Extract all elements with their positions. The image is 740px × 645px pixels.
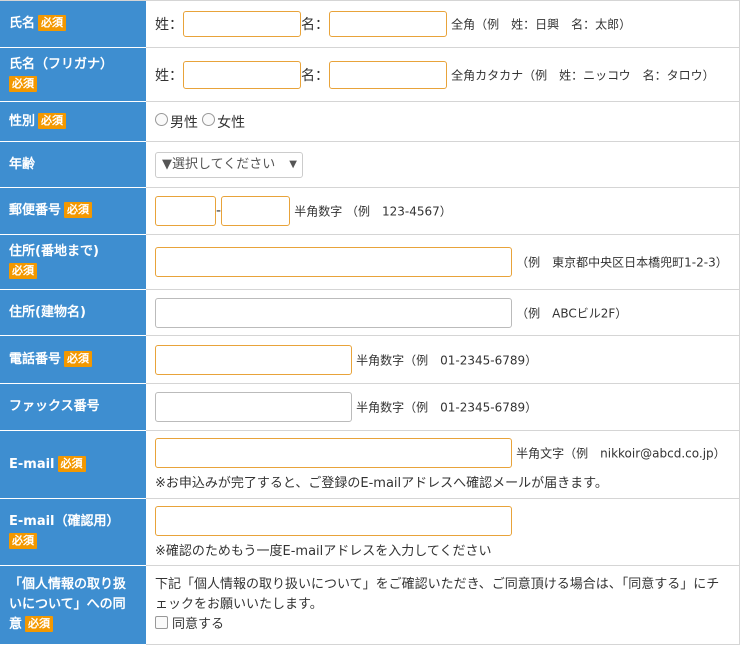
row-email: E-mail 必須 半角文字（例 nikkoir@abcd.co.jp） ※お申込…	[0, 430, 740, 499]
zip-second-input[interactable]	[221, 196, 291, 226]
name-hint: 全角（例 姓：日興 名：太郎）	[451, 17, 632, 32]
row-kana: 氏名（フリガナ） 必須 姓： 名： 全角カタカナ（例 姓：ニッコウ 名：タロウ）	[0, 47, 740, 102]
label-zip: 郵便番号 必須	[0, 187, 146, 235]
label-age: 年齢	[0, 141, 146, 188]
email-note: ※お申込みが完了すると、ご登録のE-mailアドレスへ確認メールが届きます。	[155, 476, 608, 491]
row-privacy: 「個人情報の取り扱 いについて」への同意必須 下記「個人情報の取り扱いについて」を…	[0, 565, 740, 645]
required-badge: 必須	[9, 263, 37, 279]
required-badge: 必須	[64, 350, 93, 367]
last-name-input[interactable]	[183, 11, 301, 37]
kana-hint: 全角カタカナ（例 姓：ニッコウ 名：タロウ）	[451, 68, 715, 82]
label-email: E-mail 必須	[0, 430, 146, 499]
address1-hint: （例 東京都中央区日本橋兜町1-2-3）	[516, 255, 728, 270]
label-privacy: 「個人情報の取り扱 いについて」への同意必須	[0, 565, 146, 645]
male-radio[interactable]	[155, 113, 168, 126]
email-input[interactable]	[155, 438, 512, 468]
required-badge: 必須	[9, 533, 37, 549]
address2-input[interactable]	[155, 297, 512, 328]
email-hint: 半角文字（例 nikkoir@abcd.co.jp）	[516, 446, 726, 461]
last-name-kana-input[interactable]	[183, 60, 301, 89]
female-radio[interactable]	[202, 113, 216, 126]
mei-label: 名：	[301, 67, 329, 84]
application-form: 氏名 必須 姓： 名： 全角（例 姓：日興 名：太郎） 氏名（フリガナ） 必須 姓： 名…	[0, 0, 740, 645]
row-email-confirm: E-mail（確認用） 必須 ※確認のためもう一度E-mailアドレスを入力してく…	[0, 498, 740, 566]
row-age: 年齢 ▼選択してください ▼	[0, 141, 740, 188]
zip-first-input[interactable]	[155, 196, 216, 226]
required-badge: 必須	[38, 15, 67, 31]
label-address1: 住所(番地まで) 必須	[0, 234, 146, 290]
required-badge: 必須	[64, 202, 93, 218]
row-fax: ファックス番号 半角数字（例 01-2345-6789）	[0, 383, 740, 431]
row-gender: 性別 必須 男性 女性	[0, 101, 740, 142]
row-zip: 郵便番号 必須 - 半角数字 （例 123-4567）	[0, 187, 740, 235]
label-email-confirm: E-mail（確認用） 必須	[0, 498, 146, 566]
tel-input[interactable]	[155, 344, 352, 375]
male-label: 男性	[170, 114, 198, 131]
female-label: 女性	[217, 114, 246, 131]
tel-hint: 半角数字（例 01-2345-6789）	[356, 353, 538, 367]
label-kana: 氏名（フリガナ） 必須	[0, 47, 146, 102]
required-badge: 必須	[57, 455, 86, 472]
first-name-input[interactable]	[329, 11, 447, 37]
row-address1: 住所(番地まで) 必須 （例 東京都中央区日本橋兜町1-2-3）	[0, 234, 740, 290]
privacy-text: 下記「個人情報の取り扱いについて」をご確認いただき、ご同意頂ける場合は、「同意す…	[155, 577, 720, 612]
label-gender: 性別 必須	[0, 101, 146, 142]
label-address2: 住所(建物名)	[0, 289, 146, 336]
sei-label: 姓：	[155, 67, 183, 84]
mei-label: 名：	[301, 17, 329, 33]
chevron-down-icon: ▼	[289, 158, 297, 170]
fax-hint: 半角数字（例 01-2345-6789）	[356, 400, 538, 415]
zip-hint: 半角数字 （例 123-4567）	[294, 204, 452, 219]
age-select[interactable]: ▼選択してください ▼	[155, 151, 303, 178]
required-badge: 必須	[25, 616, 54, 632]
address1-input[interactable]	[155, 247, 512, 277]
agree-checkbox[interactable]	[155, 616, 168, 629]
first-name-kana-input[interactable]	[329, 60, 447, 89]
row-name: 氏名 必須 姓： 名： 全角（例 姓：日興 名：太郎）	[0, 0, 740, 48]
email-confirm-note: ※確認のためもう一度E-mailアドレスを入力してください	[155, 543, 492, 559]
address2-hint: （例 ABCビル2F）	[516, 306, 628, 320]
sei-label: 姓：	[155, 17, 183, 33]
row-address2: 住所(建物名) （例 ABCビル2F）	[0, 289, 740, 336]
label-name: 氏名 必須	[0, 0, 146, 48]
required-badge: 必須	[38, 112, 67, 129]
required-badge: 必須	[9, 75, 37, 92]
label-fax: ファックス番号	[0, 383, 146, 431]
agree-label: 同意する	[172, 617, 225, 632]
row-tel: 電話番号 必須 半角数字（例 01-2345-6789）	[0, 335, 740, 384]
email-confirm-input[interactable]	[155, 505, 512, 536]
label-tel: 電話番号 必須	[0, 335, 146, 384]
fax-input[interactable]	[155, 392, 352, 422]
